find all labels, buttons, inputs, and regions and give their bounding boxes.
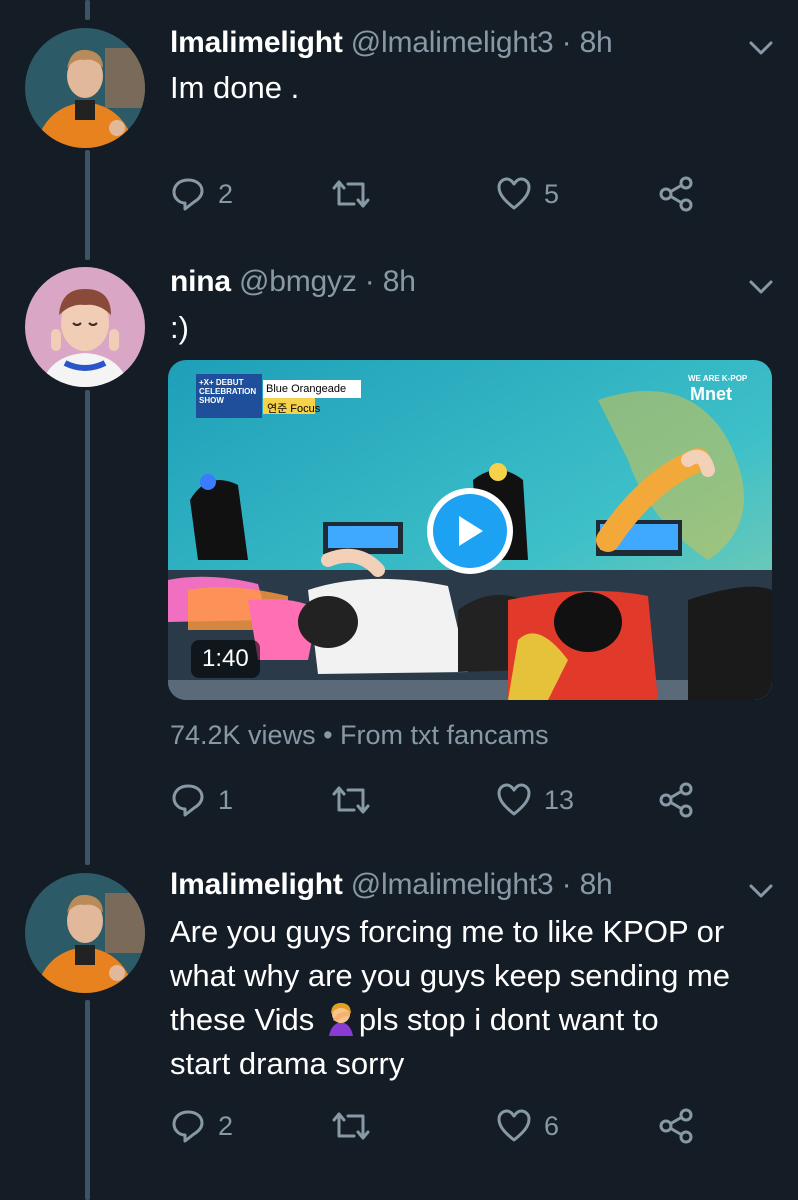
- timestamp[interactable]: 8h: [580, 868, 613, 901]
- tweet-text-segment: these Vids: [170, 1002, 323, 1037]
- reply-button[interactable]: 2: [170, 1106, 233, 1146]
- tweet-actions: 2 6: [170, 1106, 730, 1146]
- tweet-text-line: Are you guys forcing me to like KPOP or: [170, 914, 725, 949]
- retweet-icon: [332, 1112, 370, 1140]
- share-button[interactable]: [658, 1106, 696, 1146]
- tweet-text-line: what why are you guys keep sending me: [170, 958, 731, 993]
- reply-icon: [172, 1110, 204, 1143]
- separator: ·: [553, 868, 580, 901]
- tweet-text-line: these Vids pls stop i dont want to: [170, 998, 780, 1042]
- share-icon: [659, 1108, 693, 1144]
- reply-count: 2: [218, 1110, 234, 1141]
- tweet-header: lmalimelight @lmalimelight3 · 8h: [170, 868, 613, 902]
- tweet-3[interactable]: lmalimelight @lmalimelight3 · 8h Are you…: [0, 0, 798, 1200]
- woman-facepalming-icon: [328, 1003, 353, 1036]
- like-count: 6: [544, 1110, 560, 1141]
- chevron-down-icon[interactable]: [746, 876, 776, 906]
- heart-icon: [497, 1109, 531, 1142]
- tweet-text-line: start drama sorry: [170, 1046, 405, 1081]
- retweet-button[interactable]: [330, 1106, 372, 1146]
- tweet-text: Are you guys forcing me to like KPOP or …: [170, 910, 780, 1086]
- like-button[interactable]: 6: [496, 1106, 559, 1146]
- tweet-text-segment: pls stop i dont want to: [358, 1002, 659, 1037]
- display-name[interactable]: lmalimelight: [170, 868, 343, 901]
- avatar[interactable]: [25, 873, 145, 993]
- user-handle[interactable]: @lmalimelight3: [351, 868, 554, 901]
